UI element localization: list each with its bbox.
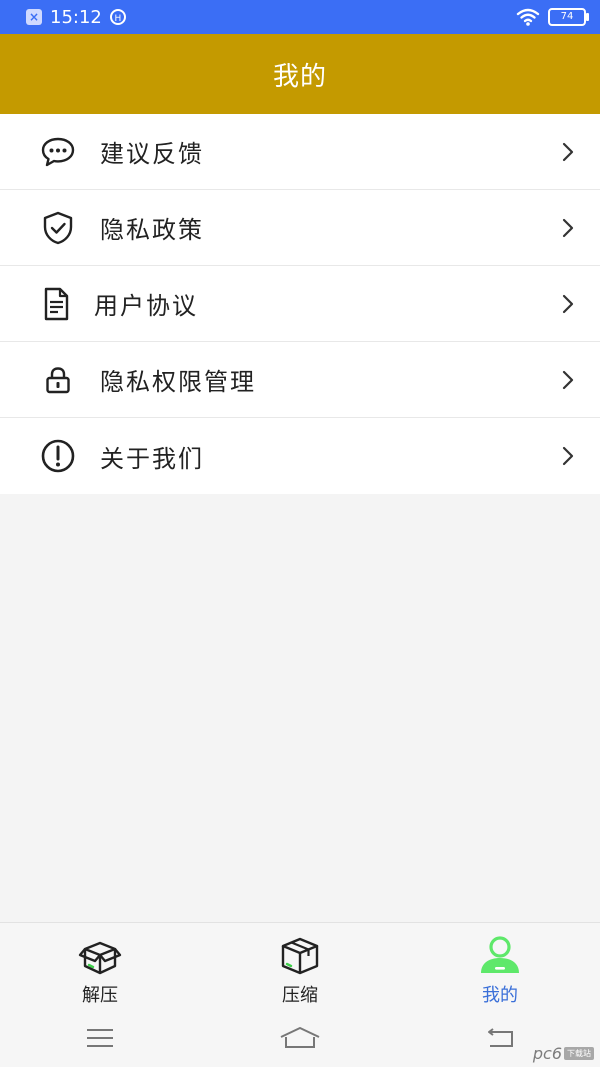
tab-decompress[interactable]: 解压 [0,923,200,1009]
watermark-brand: pc6 [532,1044,562,1063]
tab-label: 压缩 [282,985,318,1006]
document-icon [36,284,76,324]
chevron-right-icon [562,294,574,314]
page-header: 我的 [0,34,600,114]
status-bar: × 15:12 H 74 [0,0,600,34]
nav-home-button[interactable] [200,1025,400,1051]
hd-icon: H [109,9,126,25]
watermark-badge: 下载站 [564,1047,594,1060]
status-left: × 15:12 H [26,7,126,28]
chevron-right-icon [562,446,574,466]
menu-item-label: 用户协议 [94,292,198,320]
bottom-tab-bar: 解压 压缩 我的 [0,922,600,1009]
menu-item-privacy-permissions[interactable]: 隐私权限管理 [0,342,600,418]
nav-menu-button[interactable] [0,1027,200,1049]
chat-bubble-icon [38,132,78,172]
system-nav-bar [0,1008,600,1067]
menu-item-privacy-policy[interactable]: 隐私政策 [0,190,600,266]
back-arrow-icon [488,1027,513,1047]
menu-item-label: 关于我们 [100,444,204,473]
settings-menu: 建议反馈 隐私政策 用户协议 隐私权限管理 关于我们 [0,114,600,494]
tab-label: 我的 [482,985,518,1006]
menu-item-label: 隐私政策 [100,216,204,244]
battery-level: 74 [560,11,574,22]
user-icon [481,936,519,973]
home-icon [280,1026,320,1048]
menu-item-label: 建议反馈 [100,140,204,168]
menu-item-feedback[interactable]: 建议反馈 [0,114,600,190]
watermark: pc6 下载站 [533,1044,594,1063]
menu-item-about-us[interactable]: 关于我们 [0,418,600,494]
tab-compress[interactable]: 压缩 [200,923,400,1009]
menu-item-label: 隐私权限管理 [100,368,256,396]
closed-box-icon [281,937,319,975]
status-right: 74 [516,8,589,26]
wifi-icon [516,8,540,26]
open-box-icon [78,941,122,975]
page-title: 我的 [272,61,327,92]
exclamation-circle-icon [38,436,78,476]
chevron-right-icon [562,370,574,390]
battery-icon: 74 [548,8,589,26]
status-time: 15:12 [50,6,102,28]
chevron-right-icon [562,218,574,238]
menu-lines-icon [87,1028,113,1047]
shield-check-icon [38,208,78,248]
menu-item-user-agreement[interactable]: 用户协议 [0,266,600,342]
lock-icon [38,360,78,400]
tab-mine[interactable]: 我的 [400,923,600,1009]
tab-label: 解压 [82,985,118,1006]
notification-close-icon: × [26,9,42,25]
chevron-right-icon [562,142,574,162]
